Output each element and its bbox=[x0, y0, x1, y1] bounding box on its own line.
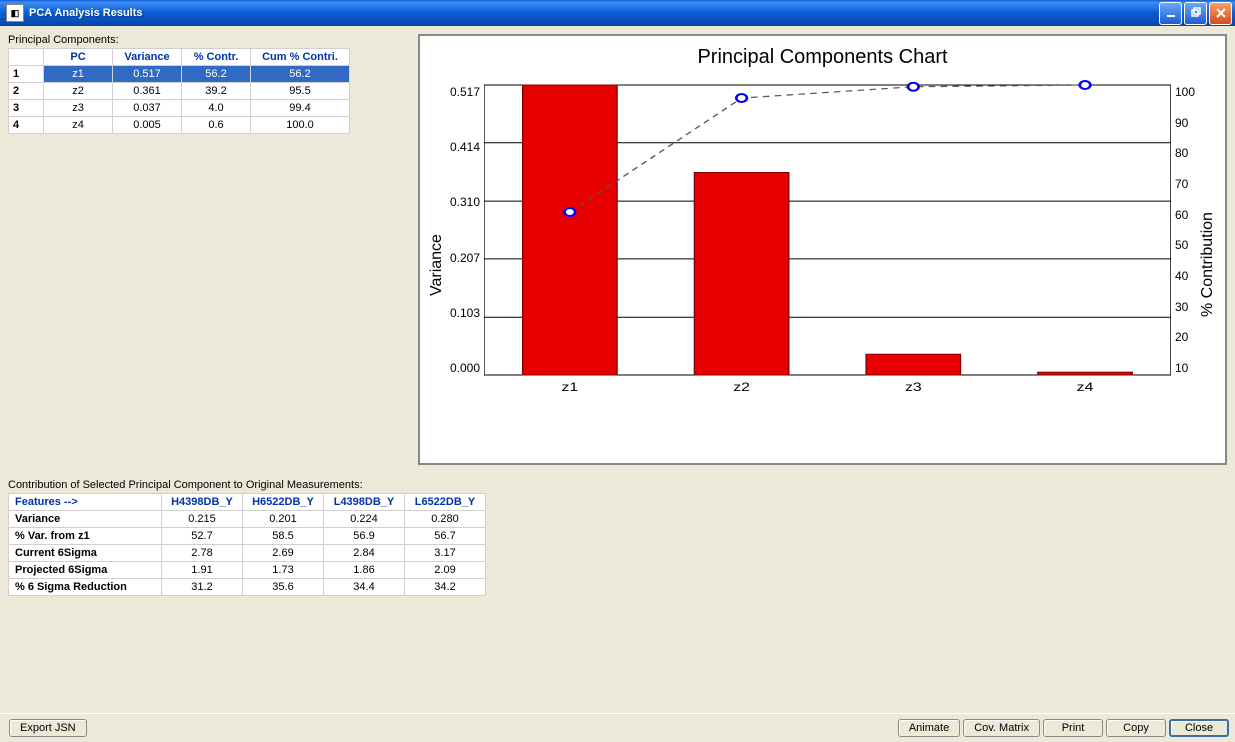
close-window-button[interactable] bbox=[1209, 2, 1232, 25]
pc-section-label: Principal Components: bbox=[8, 34, 408, 46]
copy-button[interactable]: Copy bbox=[1106, 719, 1166, 737]
svg-text:z3: z3 bbox=[905, 380, 922, 394]
animate-button[interactable]: Animate bbox=[898, 719, 960, 737]
export-jsn-button[interactable]: Export JSN bbox=[9, 719, 87, 737]
svg-text:z4: z4 bbox=[1077, 380, 1094, 394]
table-row[interactable]: 4z40.0050.6100.0 bbox=[9, 117, 350, 134]
y1-ticks: 0.5170.4140.3100.2070.1030.000 bbox=[446, 85, 484, 375]
chart-plot: z1 z2 z3 z4 bbox=[484, 75, 1171, 455]
app-icon: ◧ bbox=[6, 4, 24, 22]
print-button[interactable]: Print bbox=[1043, 719, 1103, 737]
y1-axis-label: Variance bbox=[428, 75, 446, 455]
restore-button[interactable] bbox=[1184, 2, 1207, 25]
svg-text:z2: z2 bbox=[733, 380, 750, 394]
table-row[interactable]: 2z20.36139.295.5 bbox=[9, 83, 350, 100]
footer-bar: Export JSN Animate Cov. Matrix Print Cop… bbox=[0, 713, 1235, 742]
contribution-table[interactable]: Features -->H4398DB_YH6522DB_YL4398DB_YL… bbox=[8, 493, 486, 596]
close-button[interactable]: Close bbox=[1169, 719, 1229, 737]
table-row[interactable]: % 6 Sigma Reduction31.235.634.434.2 bbox=[9, 579, 486, 596]
window-title: PCA Analysis Results bbox=[29, 7, 1159, 19]
title-bar: ◧ PCA Analysis Results bbox=[0, 0, 1235, 26]
principal-components-table[interactable]: PCVariance% Contr.Cum % Contri.1z10.5175… bbox=[8, 48, 350, 134]
y2-axis-label: % Contribution bbox=[1199, 75, 1217, 455]
contrib-section-label: Contribution of Selected Principal Compo… bbox=[8, 479, 1227, 491]
cov-matrix-button[interactable]: Cov. Matrix bbox=[963, 719, 1040, 737]
table-row[interactable]: Current 6Sigma2.782.692.843.17 bbox=[9, 545, 486, 562]
table-row[interactable]: Projected 6Sigma1.911.731.862.09 bbox=[9, 562, 486, 579]
y2-ticks: 102030405060708090100 bbox=[1171, 85, 1199, 375]
chart-panel: Principal Components Chart Variance 0.51… bbox=[418, 34, 1227, 465]
table-row[interactable]: 1z10.51756.256.2 bbox=[9, 66, 350, 83]
svg-text:z1: z1 bbox=[562, 380, 579, 394]
table-row[interactable]: Variance0.2150.2010.2240.280 bbox=[9, 511, 486, 528]
table-row[interactable]: 3z30.0374.099.4 bbox=[9, 100, 350, 117]
minimize-button[interactable] bbox=[1159, 2, 1182, 25]
chart-title: Principal Components Chart bbox=[428, 46, 1217, 69]
table-row[interactable]: % Var. from z152.758.556.956.7 bbox=[9, 528, 486, 545]
